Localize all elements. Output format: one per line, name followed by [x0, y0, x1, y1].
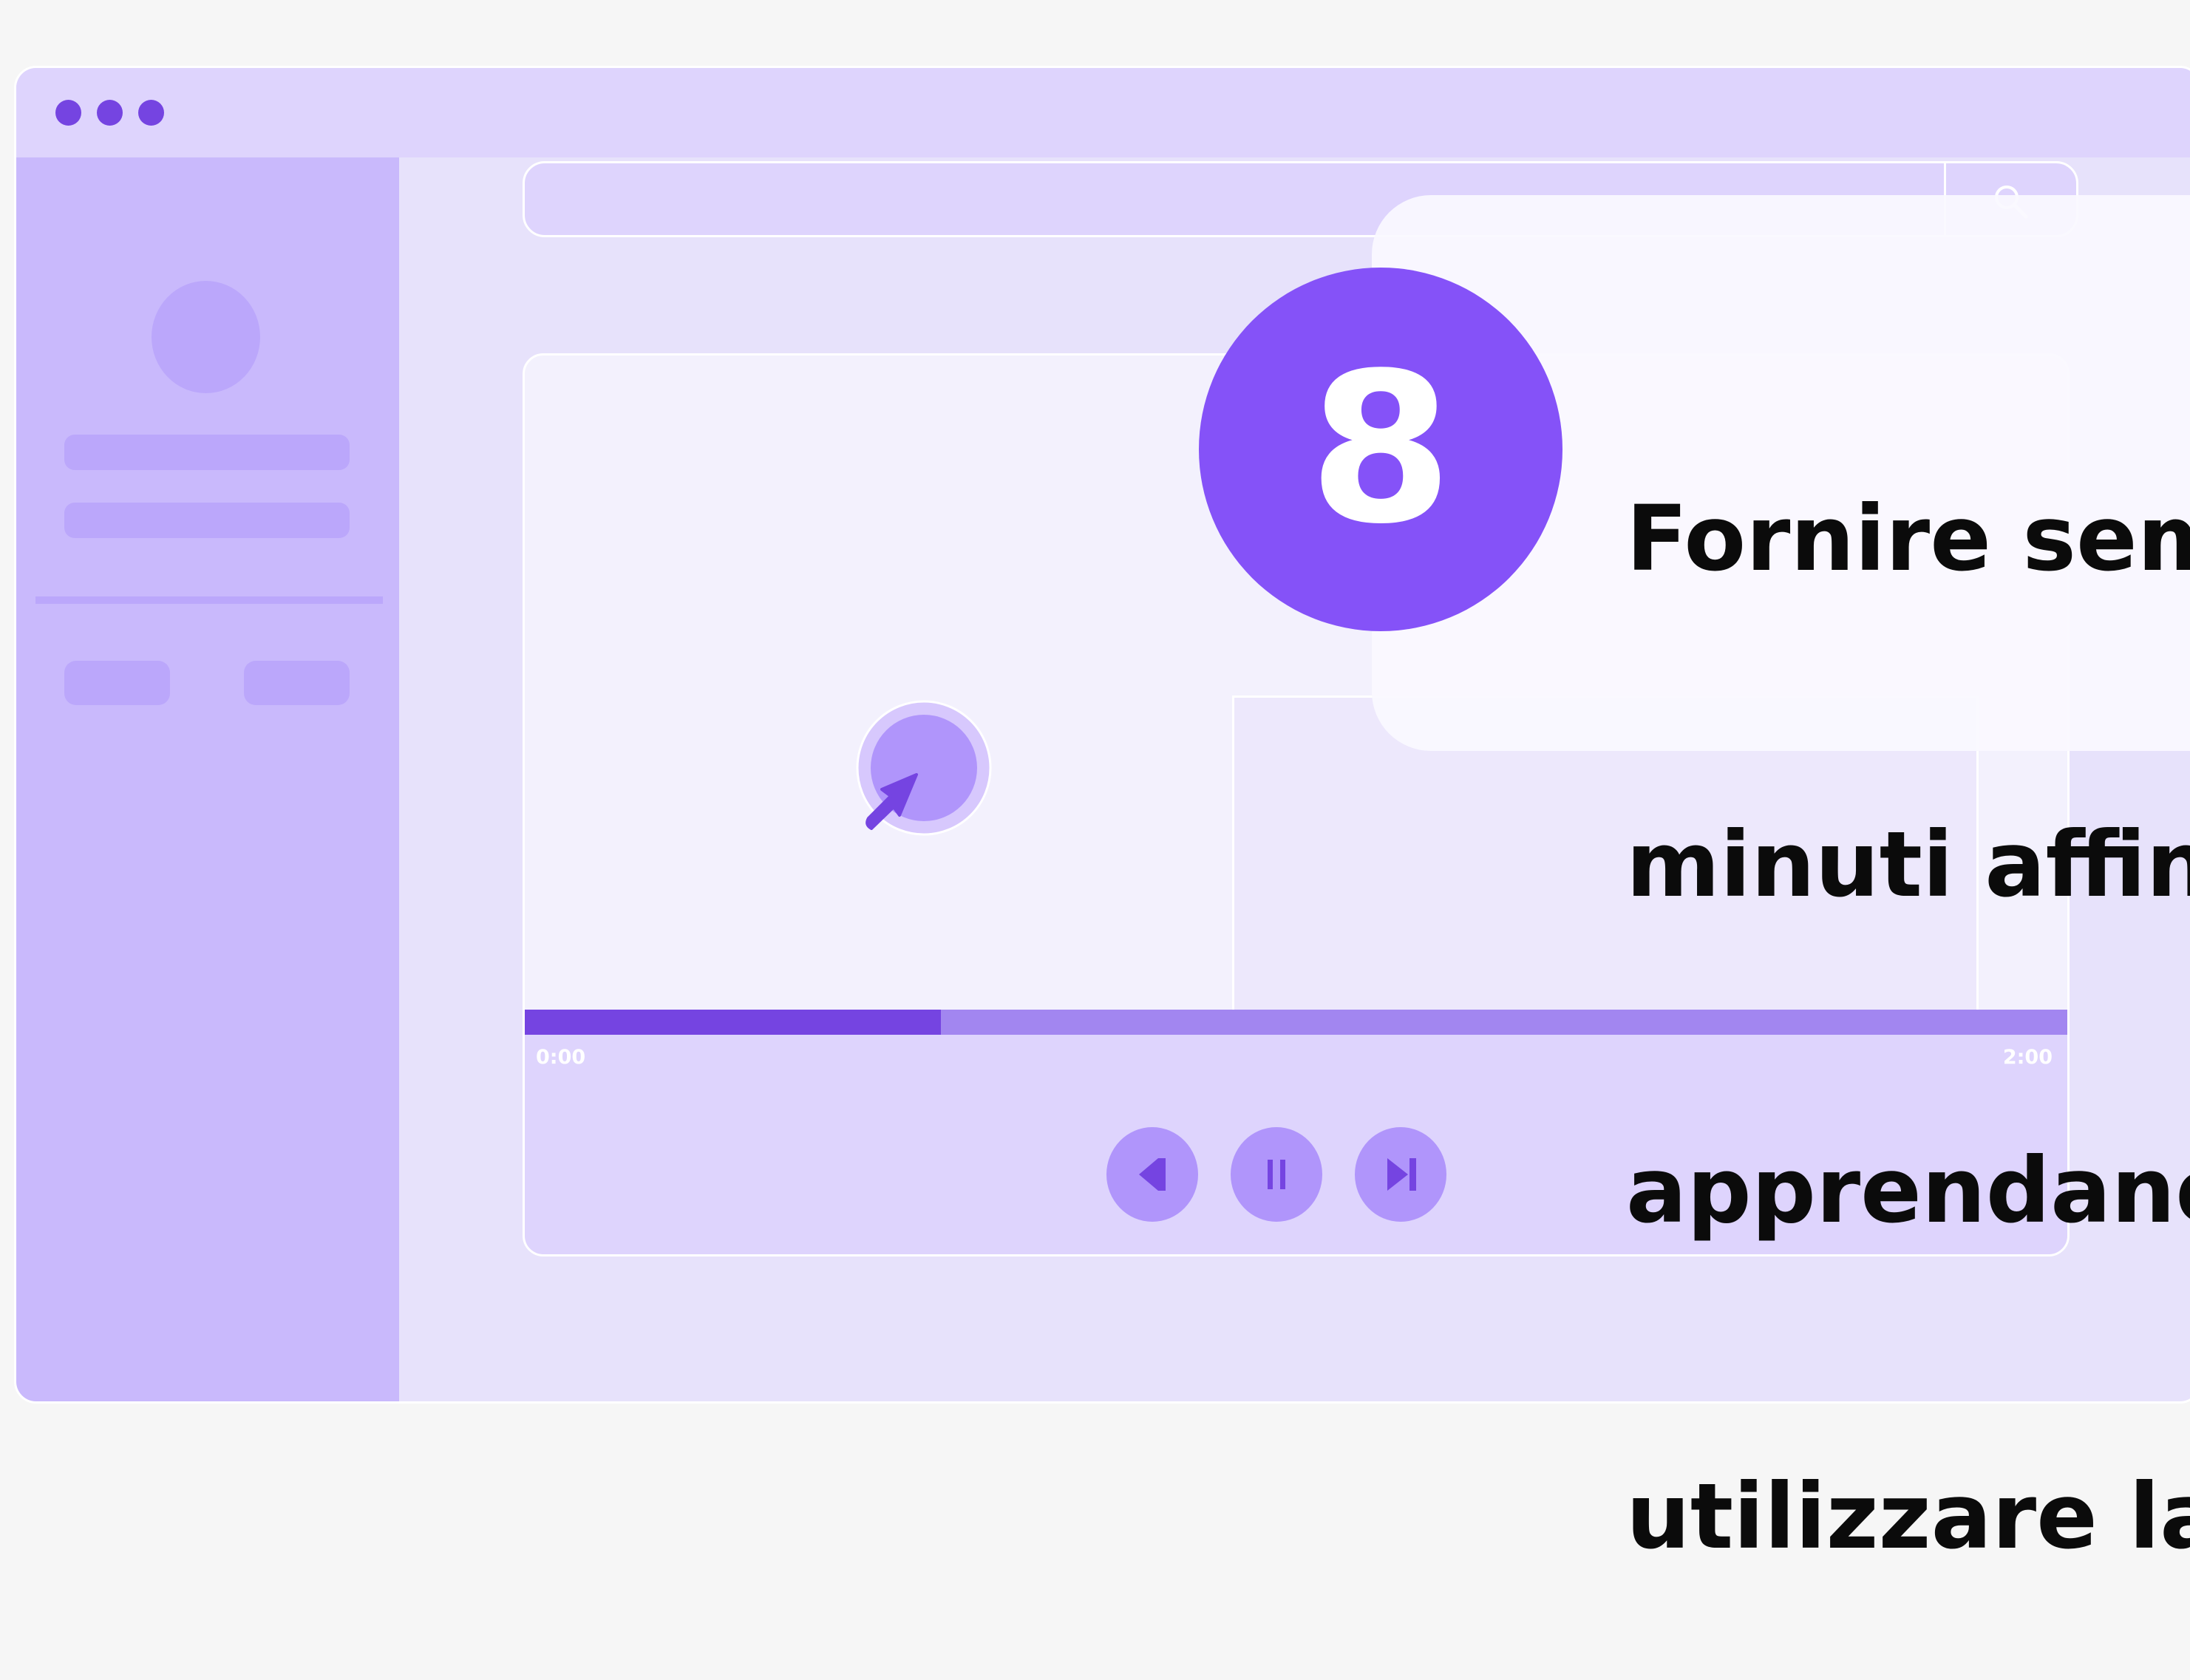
callout-line: apprendano — [1626, 1138, 2190, 1243]
pause-button[interactable] — [1231, 1127, 1322, 1222]
sidebar-item[interactable] — [64, 435, 350, 470]
current-time: 0:00 — [536, 1046, 586, 1069]
sidebar-button[interactable] — [244, 661, 350, 705]
previous-button[interactable] — [1106, 1127, 1198, 1222]
title-bar — [16, 68, 2190, 157]
skip-next-icon — [1387, 1158, 1416, 1191]
step-number: 8 — [1308, 329, 1453, 570]
callout-text: Fornire semp minuti affina apprendano ut… — [1626, 268, 2190, 1680]
pause-icon — [1268, 1160, 1285, 1189]
sidebar — [16, 157, 399, 1401]
sidebar-button[interactable] — [64, 661, 170, 705]
cursor-arrow-icon — [856, 700, 992, 836]
window-dot[interactable] — [97, 100, 123, 126]
progress-fill — [525, 1010, 942, 1035]
window-dot[interactable] — [138, 100, 164, 126]
window-dot[interactable] — [55, 100, 81, 126]
avatar — [152, 281, 260, 393]
callout-line: Fornire semp — [1626, 486, 2190, 591]
callout-line: minuti affina — [1626, 812, 2190, 917]
previous-icon — [1139, 1158, 1166, 1191]
sidebar-item[interactable] — [64, 503, 350, 538]
callout-line: utilizzare la t — [1626, 1464, 2190, 1569]
sidebar-divider — [35, 596, 383, 604]
next-button[interactable] — [1355, 1127, 1446, 1222]
step-badge: 8 — [1199, 268, 1562, 631]
